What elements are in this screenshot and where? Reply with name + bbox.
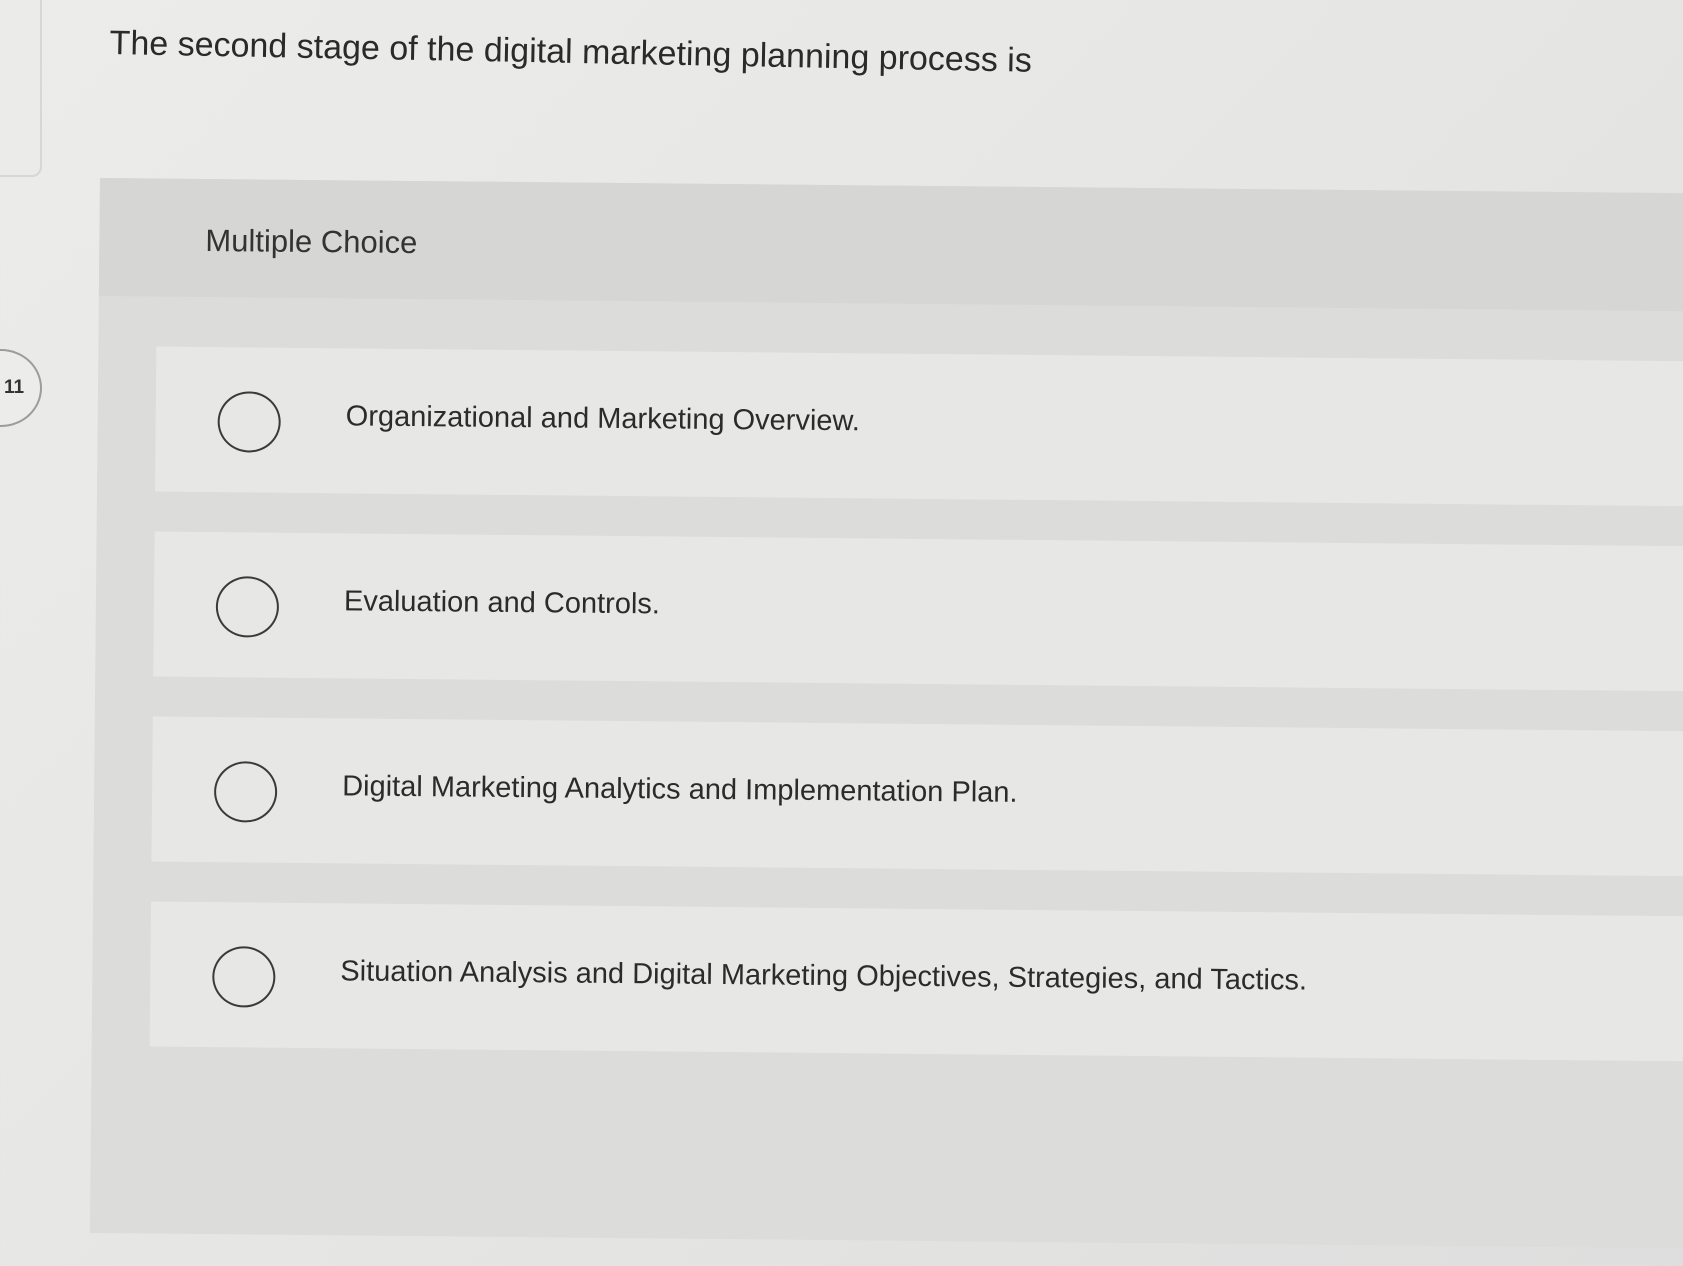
answer-panel-header: Multiple Choice: [98, 178, 1683, 312]
answer-option-4[interactable]: Situation Analysis and Digital Marketing…: [149, 901, 1683, 1062]
question-number-badge[interactable]: 11: [0, 349, 42, 427]
answer-option-label: Situation Analysis and Digital Marketing…: [340, 955, 1308, 997]
answer-option-3[interactable]: Digital Marketing Analytics and Implemen…: [151, 716, 1683, 877]
question-text: The second stage of the digital marketin…: [109, 24, 1033, 80]
answer-option-label: Evaluation and Controls.: [343, 585, 661, 621]
radio-button[interactable]: [213, 761, 278, 823]
question-number: 11: [4, 377, 25, 398]
radio-button[interactable]: [217, 391, 281, 453]
radio-button[interactable]: [212, 946, 276, 1008]
answer-option-1[interactable]: Organizational and Marketing Overview.: [154, 346, 1683, 507]
question-type-label: Multiple Choice: [205, 223, 418, 261]
answer-option-label: Digital Marketing Analytics and Implemen…: [342, 770, 1018, 809]
answer-option-2[interactable]: Evaluation and Controls.: [153, 531, 1683, 692]
radio-button[interactable]: [215, 576, 280, 638]
side-panel-edge: [0, 0, 42, 177]
answer-option-label: Organizational and Marketing Overview.: [345, 400, 861, 438]
answer-panel: Multiple Choice Organizational and Marke…: [89, 178, 1683, 1249]
